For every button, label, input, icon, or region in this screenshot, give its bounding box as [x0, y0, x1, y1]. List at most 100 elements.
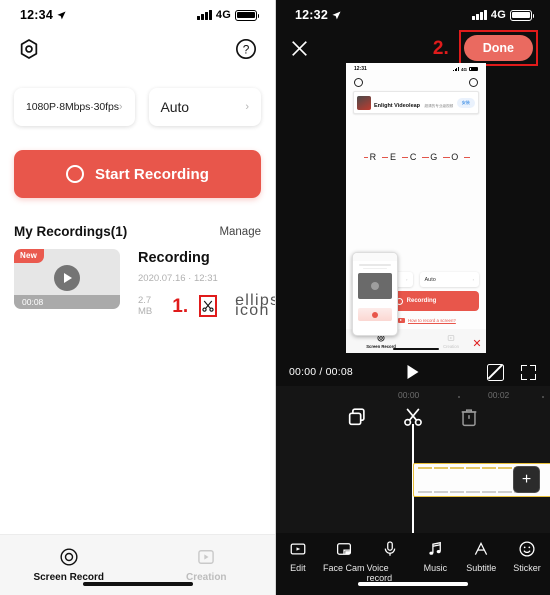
done-button-highlight: Done	[458, 30, 538, 66]
trim-button-highlight[interactable]	[199, 295, 218, 317]
new-badge: New	[14, 249, 45, 263]
bottom-tab-subtitle[interactable]: Subtitle	[458, 540, 504, 573]
start-recording-button[interactable]: Start Recording	[14, 150, 261, 198]
my-recordings-title: My Recordings(1)	[14, 224, 128, 239]
tab-creation[interactable]: Creation	[138, 535, 276, 595]
recording-actions-row: 2.7 MB 1. ellipsis-icon	[138, 293, 275, 319]
network-type: 4G	[215, 9, 231, 21]
preview-help-link: How to record a screen?	[398, 318, 456, 323]
bottom-tab-sticker[interactable]: Sticker	[504, 540, 550, 573]
chevron-right-icon: ›	[245, 101, 249, 113]
aspect-ratio-icon[interactable]	[487, 363, 504, 381]
status-left: 12:32	[295, 8, 341, 22]
duplicate-icon[interactable]	[346, 406, 368, 428]
preview-home-indicator	[393, 348, 439, 350]
question-circle-icon	[469, 77, 478, 87]
preview-network: 4G	[460, 66, 467, 72]
recording-list-item[interactable]: New 00:08 Recording 2020.07.16 · 12:31 2…	[0, 239, 275, 319]
play-icon[interactable]	[407, 365, 418, 379]
logo-letter: G	[428, 152, 443, 162]
play-badge-icon	[398, 318, 405, 323]
ad-install-button: 安装	[456, 97, 475, 108]
close-x-icon[interactable]	[291, 40, 308, 57]
orientation-option-label: Auto	[160, 99, 190, 115]
preview-close-icon[interactable]: ✕	[472, 339, 482, 350]
left-phone-screen: 12:34 4G ? 1080P·8Mbps·30fps › Auto › St…	[0, 0, 275, 595]
done-area: 2. Done	[433, 30, 538, 66]
preview-tab-label: Creation	[443, 343, 459, 349]
preview-ad-banner: Enlight Videoleap 超清的专业级视频 安装	[353, 91, 479, 114]
chevron-right-icon: ›	[472, 277, 474, 282]
dual-screenshot-container: 12:34 4G ? 1080P·8Mbps·30fps › Auto › St…	[0, 0, 550, 595]
done-button[interactable]: Done	[463, 35, 533, 61]
recording-thumbnail[interactable]: New 00:08	[14, 249, 120, 309]
step-2-annotation: 2.	[432, 37, 449, 59]
tab-screen-record[interactable]: Screen Record	[0, 535, 138, 595]
logo-letter: O	[449, 152, 464, 162]
bottom-tab-face-cam[interactable]: Face Cam	[321, 540, 367, 573]
recording-name: Recording	[138, 250, 210, 266]
status-left: 12:34	[20, 8, 66, 22]
microphone-icon	[384, 541, 395, 556]
ruler-tick-dot	[542, 396, 544, 398]
preview-recording-label: Recording	[406, 298, 437, 304]
inner-phone-line	[359, 264, 391, 266]
inner-phone-line	[363, 267, 387, 270]
bottom-tab-label: Edit	[290, 563, 306, 573]
timeline-editor: 00:00 00:02 +	[275, 386, 550, 552]
ad-title: Enlight Videoleap	[374, 102, 421, 109]
playback-controls: 00:00 / 00:08	[275, 358, 550, 386]
preview-status-bar: 12:31 4G	[346, 63, 486, 75]
bottom-tab-label: Sticker	[513, 563, 541, 573]
ellipsis-icon[interactable]: ellipsis-icon	[235, 293, 275, 319]
duration-bar: 00:08	[14, 295, 120, 309]
timeline-ruler: 00:00 00:02	[275, 386, 550, 404]
start-recording-label: Start Recording	[94, 165, 209, 183]
add-clip-button[interactable]: +	[513, 466, 540, 493]
manage-button[interactable]: Manage	[219, 226, 261, 238]
left-top-bar: ?	[0, 30, 275, 68]
battery-icon	[510, 9, 535, 21]
letter-a-icon	[475, 541, 488, 555]
bottom-tab-music[interactable]: Music	[412, 540, 458, 573]
bottom-tab-label: Voice record	[366, 563, 393, 583]
face-cam-icon	[336, 543, 351, 555]
chevron-right-icon: ›	[118, 101, 123, 113]
my-recordings-header: My Recordings(1) Manage	[0, 198, 275, 239]
trash-icon[interactable]	[458, 406, 480, 428]
editor-top-bar: 2. Done	[275, 30, 550, 66]
preview-signal-icon	[452, 66, 459, 72]
record-circle-icon	[60, 548, 78, 566]
duration-label: 00:08	[22, 297, 44, 307]
gear-icon[interactable]	[18, 38, 40, 60]
tab-creation-label: Creation	[185, 572, 227, 583]
preview-tab-label: Screen Record	[366, 343, 396, 349]
step-1-annotation: 1.	[172, 295, 189, 317]
edit-frame-icon	[290, 543, 306, 555]
preview-orientation-label: Auto	[424, 276, 436, 283]
quality-option-button[interactable]: 1080P·8Mbps·30fps ›	[14, 88, 135, 126]
left-status-bar: 12:34 4G	[0, 0, 275, 30]
orientation-option-button[interactable]: Auto ›	[148, 88, 261, 126]
preview-status-time: 12:31	[354, 66, 367, 72]
status-right: 4G	[472, 9, 535, 21]
right-phone-screen: 12:32 4G 2. Done 12:31 4G Enlight Videol…	[275, 0, 550, 595]
quality-option-label: 1080P·8Mbps·30fps	[26, 101, 119, 113]
play-frame-icon	[447, 334, 455, 341]
preview-battery-icon	[469, 66, 478, 72]
bottom-tab-voice-record[interactable]: Voice record	[367, 540, 413, 583]
signal-bars-icon	[197, 10, 212, 20]
bottom-tab-edit[interactable]: Edit	[275, 540, 321, 573]
inner-phone-card	[358, 273, 392, 300]
question-circle-icon[interactable]: ?	[235, 38, 257, 60]
fullscreen-icon[interactable]	[521, 364, 536, 380]
play-overlay-icon[interactable]	[54, 264, 80, 291]
record-circle-icon	[65, 165, 84, 183]
inner-phone-header	[353, 253, 397, 261]
location-arrow-icon	[57, 10, 66, 19]
status-time: 12:32	[295, 8, 328, 22]
home-indicator	[357, 581, 468, 586]
network-type: 4G	[490, 9, 506, 21]
location-arrow-icon	[332, 10, 341, 19]
video-preview[interactable]: 12:31 4G Enlight Videoleap 超清的专业级视频 安装 R…	[346, 63, 486, 353]
